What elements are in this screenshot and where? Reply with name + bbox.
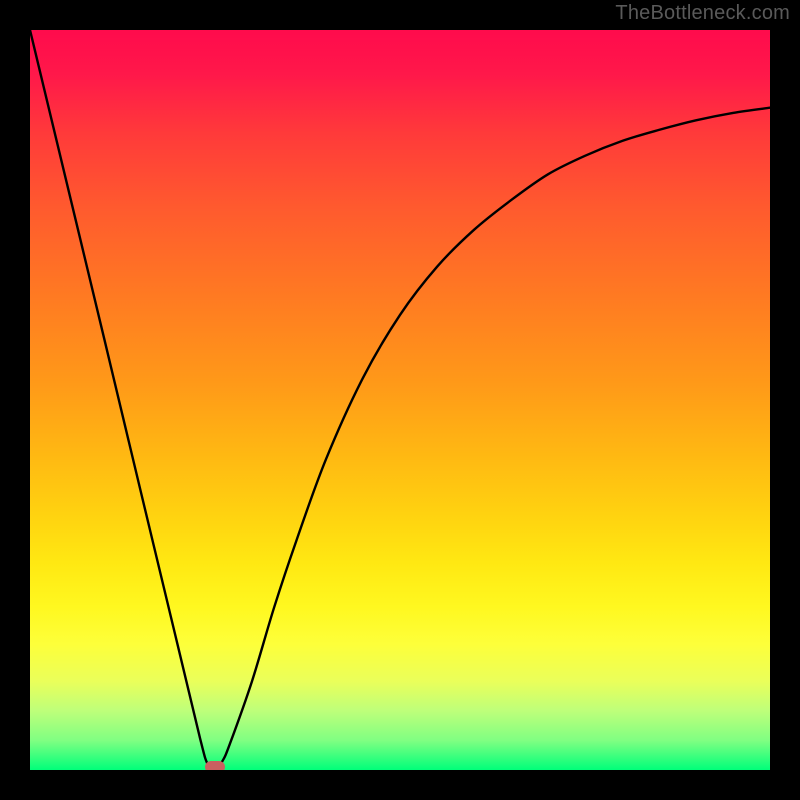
bottleneck-curve [30, 30, 770, 770]
watermark-text: TheBottleneck.com [615, 2, 790, 25]
plot-area [30, 30, 770, 770]
optimum-marker [205, 761, 225, 770]
curve-layer [30, 30, 770, 770]
chart-frame: TheBottleneck.com [0, 0, 800, 800]
